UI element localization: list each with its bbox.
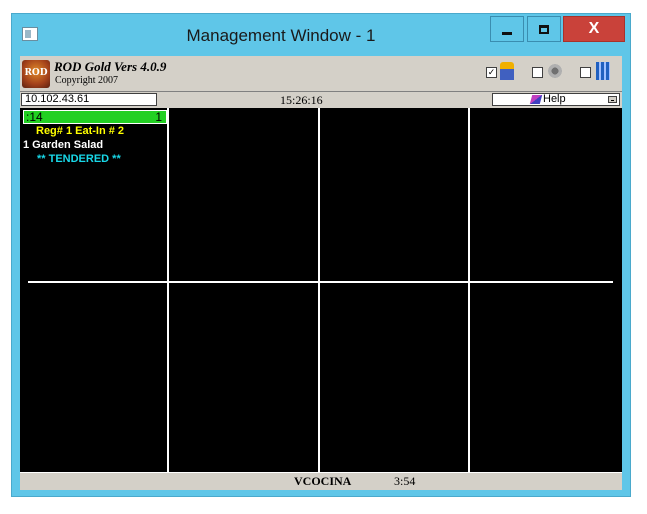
station-name: VCOCINA: [294, 474, 352, 488]
ticket-id: :14: [26, 110, 43, 124]
grid-divider: [167, 108, 169, 472]
rod-logo: ROD: [22, 60, 50, 88]
ticket-item: 1 Garden Salad: [23, 139, 104, 151]
ip-address-field[interactable]: 10.102.43.61: [21, 93, 157, 106]
grid-divider: [28, 281, 613, 283]
toolbar: ROD ROD Gold Vers 4.0.9 Copyright 2007 ✓: [20, 56, 622, 92]
grid-divider: [318, 108, 320, 472]
footer-bar: VCOCINA 3:54: [20, 472, 622, 490]
ticket-count: 1: [155, 110, 162, 124]
elapsed-time: 3:54: [394, 474, 416, 488]
grid-icon[interactable]: [596, 62, 610, 80]
minimize-button[interactable]: [490, 16, 524, 42]
maximize-icon: [539, 24, 549, 34]
order-ticket[interactable]: :14 1 Reg# 1 Eat-In # 2 1 Garden Salad *…: [23, 110, 167, 166]
gear-icon[interactable]: [548, 62, 562, 80]
grid-divider: [468, 108, 470, 472]
help-label: Help: [543, 93, 566, 105]
close-icon: X: [588, 20, 600, 37]
dropdown-icon[interactable]: [608, 96, 617, 103]
ticket-header[interactable]: :14 1: [23, 110, 167, 124]
help-book-icon: [529, 95, 543, 104]
help-select[interactable]: Help: [492, 93, 620, 106]
ticket-status: ** TENDERED **: [37, 153, 121, 165]
toolbar-checkbox-1[interactable]: ✓: [486, 67, 497, 78]
status-bar: 10.102.43.61 15:26:16 Help: [20, 92, 622, 108]
people-icon[interactable]: [500, 62, 514, 80]
minimize-icon: [502, 31, 512, 35]
title-bar[interactable]: Management Window - 1 X: [12, 14, 630, 56]
copyright-text: Copyright 2007: [55, 75, 119, 86]
close-button[interactable]: X: [563, 16, 625, 42]
toolbar-checkbox-3[interactable]: [580, 67, 591, 78]
order-grid: :14 1 Reg# 1 Eat-In # 2 1 Garden Salad *…: [20, 108, 622, 472]
toolbar-checkbox-2[interactable]: [532, 67, 543, 78]
maximize-button[interactable]: [527, 16, 561, 42]
app-name: ROD Gold Vers 4.0.9: [54, 59, 167, 74]
ticket-register-line: Reg# 1 Eat-In # 2: [36, 125, 125, 137]
clock: 15:26:16: [280, 93, 323, 107]
management-window: Management Window - 1 X ROD ROD Gold Ver…: [11, 13, 631, 497]
client-area: ROD ROD Gold Vers 4.0.9 Copyright 2007 ✓…: [20, 56, 622, 490]
